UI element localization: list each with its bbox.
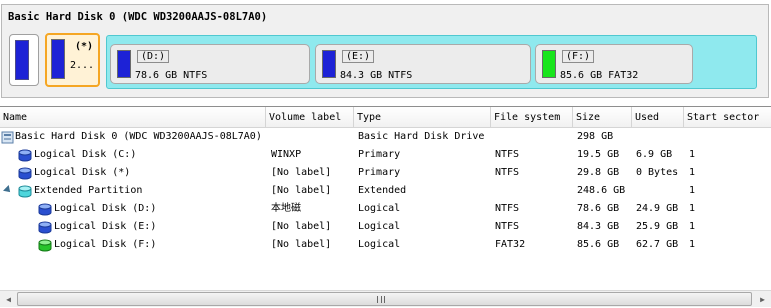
row-start: 1 [689,167,696,178]
partition-block-e[interactable]: (E:) 84.3 GB NTFS [315,44,531,84]
row-fs: NTFS [495,203,520,214]
row-fs: FAT32 [495,239,526,250]
row-volume: [No label] [271,167,332,178]
partition-block-f[interactable]: (F:) 85.6 GB FAT32 [535,44,693,84]
partition-usage-bar [51,39,65,79]
column-header-file-system[interactable]: File system [491,107,573,128]
row-fs: NTFS [495,149,520,160]
row-name: Logical Disk (E:) [54,221,157,232]
partition-info: 2... [70,60,95,71]
partition-info: 85.6 GB FAT32 [560,70,639,81]
row-fs: NTFS [495,221,520,232]
row-used: 6.9 GB [636,149,673,160]
row-volume: [No label] [271,185,332,196]
column-header-start-sector[interactable]: Start sector [684,107,771,128]
row-start: 1 [689,221,696,232]
row-used: 24.9 GB [636,203,679,214]
row-start: 1 [689,185,696,196]
row-size: 84.3 GB [577,221,620,232]
row-name: Logical Disk (*) [34,167,131,178]
row-size: 248.6 GB [577,185,626,196]
partition-label: (*) [75,41,94,52]
partition-label: (D:) [137,50,170,63]
partition-block-c[interactable] [9,34,39,86]
row-name: Extended Partition [34,185,143,196]
row-size: 78.6 GB [577,203,620,214]
row-name: Basic Hard Disk 0 (WDC WD3200AAJS-08L7A0… [15,131,262,142]
partition-usage-bar [542,50,556,78]
row-start: 1 [689,149,696,160]
horizontal-scrollbar[interactable]: ◀ ▶ [0,290,771,307]
column-header-name[interactable]: Name [0,107,266,128]
scroll-left-arrow-icon[interactable]: ◀ [0,291,17,308]
table-row[interactable]: Logical Disk (D:) 本地磁 Logical NTFS 78.6 … [0,200,771,218]
extended-partition-icon [18,185,32,198]
scrollbar-thumb[interactable] [17,292,752,306]
partition-label: (E:) [342,50,375,63]
table-row[interactable]: Basic Hard Disk 0 (WDC WD3200AAJS-08L7A0… [0,128,771,146]
row-type: Basic Hard Disk Drive [358,131,485,142]
disk-map-panel: Basic Hard Disk 0 (WDC WD3200AAJS-08L7A0… [1,4,769,98]
table-row[interactable]: Logical Disk (E:) [No label] Logical NTF… [0,218,771,236]
partition-usage-bar [15,40,29,80]
row-type: Logical [358,221,401,232]
blue-disk-icon [38,221,52,234]
table-row[interactable]: Extended Partition [No label] Extended 2… [0,182,771,200]
scroll-right-arrow-icon[interactable]: ▶ [754,291,771,308]
row-name: Logical Disk (C:) [34,149,137,160]
row-type: Primary [358,167,401,178]
hard-disk-icon [1,131,14,144]
partition-block-d[interactable]: (D:) 78.6 GB NTFS [110,44,310,84]
row-name: Logical Disk (F:) [54,239,157,250]
row-volume: 本地磁 [271,203,301,214]
row-volume: [No label] [271,239,332,250]
table-row[interactable]: Logical Disk (C:) WINXP Primary NTFS 19.… [0,146,771,164]
scrollbar-grip-icon [377,296,385,303]
blue-disk-icon [18,149,32,162]
row-name: Logical Disk (D:) [54,203,157,214]
partition-info: 78.6 GB NTFS [135,70,208,81]
row-type: Logical [358,239,401,250]
column-header-size[interactable]: Size [573,107,632,128]
row-size: 298 GB [577,131,614,142]
blue-disk-icon [38,203,52,216]
row-volume: [No label] [271,221,332,232]
blue-disk-icon [18,167,32,180]
table-row[interactable]: Logical Disk (F:) [No label] Logical FAT… [0,236,771,254]
disk-title: Basic Hard Disk 0 (WDC WD3200AAJS-08L7A0… [8,11,268,23]
row-type: Logical [358,203,401,214]
partition-label: (F:) [562,50,595,63]
table-row[interactable]: Logical Disk (*) [No label] Primary NTFS… [0,164,771,182]
row-start: 1 [689,239,696,250]
row-type: Primary [358,149,401,160]
partition-block-star[interactable]: (*) 2... [45,33,100,87]
row-type: Extended [358,185,407,196]
row-size: 29.8 GB [577,167,620,178]
column-header-used[interactable]: Used [632,107,684,128]
green-disk-icon [38,239,52,252]
row-fs: NTFS [495,167,520,178]
partition-list-view: Name Volume label Type File system Size … [0,106,771,307]
row-size: 19.5 GB [577,149,620,160]
partition-usage-bar [322,50,336,78]
row-start: 1 [689,203,696,214]
row-used: 62.7 GB [636,239,679,250]
list-header: Name Volume label Type File system Size … [0,107,771,128]
row-used: 0 Bytes [636,167,679,178]
row-size: 85.6 GB [577,239,620,250]
column-header-type[interactable]: Type [354,107,491,128]
row-volume: WINXP [271,149,302,160]
partition-usage-bar [117,50,131,78]
column-header-volume-label[interactable]: Volume label [266,107,354,128]
partition-info: 84.3 GB NTFS [340,70,413,81]
row-used: 25.9 GB [636,221,679,232]
collapse-triangle-icon[interactable] [3,185,13,195]
